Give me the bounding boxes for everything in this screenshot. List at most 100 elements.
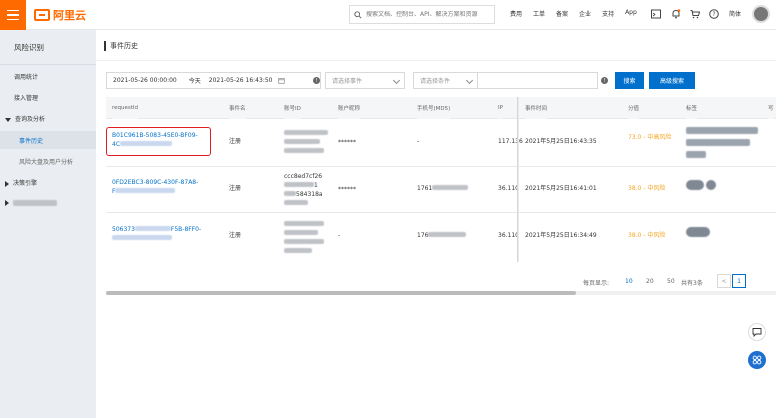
date-info-icon[interactable]: ! [313, 77, 320, 84]
row2-account-id: ccc8ed7cf26 1 584318a [284, 172, 323, 208]
bell-icon[interactable] [671, 9, 681, 19]
col-tags[interactable]: 标签 [686, 97, 698, 119]
sidebar-title: 风险识别 [14, 43, 44, 52]
page-size-20[interactable]: 20 [646, 278, 654, 285]
col-event-time[interactable]: 事件时间 [525, 97, 548, 119]
col-ip[interactable]: IP [498, 97, 503, 119]
nav-support[interactable]: 支持 [602, 9, 614, 18]
page-size-label: 每页显示: [583, 280, 610, 287]
apps-button[interactable] [748, 351, 766, 369]
start-date: 2021-05-26 00:00:00 [113, 77, 177, 84]
aliyun-logo-icon [34, 9, 50, 21]
nav-ticket[interactable]: 工单 [533, 9, 545, 18]
date-range-picker[interactable]: 2021-05-26 00:00:00 今天 2021-05-26 16:43:… [106, 72, 321, 89]
event-select[interactable]: 请选择事件 [325, 72, 405, 89]
table-scrollbar-thumb[interactable] [106, 291, 576, 295]
sidebar-item-event-history[interactable]: 事件历史 [19, 136, 43, 145]
user-avatar[interactable] [752, 5, 770, 23]
terminal-icon[interactable] [651, 9, 661, 19]
redacted-tag [686, 139, 750, 146]
redacted-tag [686, 180, 704, 190]
chevron-down-icon [392, 76, 401, 85]
redacted-label [13, 199, 57, 206]
sidebar: 风险识别 调用统计 接入管理 查询及分析 事件历史 风险大盘及用户分析 决策引擎 [0, 30, 96, 418]
redacted-value [115, 188, 176, 193]
account-id-line: 1 [314, 182, 318, 189]
svg-text:?: ? [712, 11, 715, 18]
end-date: 2021-05-26 16:43:50 [208, 77, 273, 84]
event-select-placeholder: 请选择事件 [332, 78, 363, 85]
caret-down-icon [5, 117, 11, 122]
condition-select[interactable]: 请选择条件 [413, 72, 478, 89]
sidebar-group-query[interactable]: 查询及分析 [5, 114, 45, 123]
redacted-value [432, 185, 469, 190]
row3-account-id [284, 220, 324, 256]
page-size-10[interactable]: 10 [625, 278, 633, 285]
redacted-value [134, 226, 171, 231]
today-shortcut[interactable]: 今天 [189, 76, 201, 85]
sidebar-group-redacted[interactable] [5, 199, 57, 206]
col-score[interactable]: 分值 [628, 97, 640, 119]
row1-time: 2021年5月25日16:43:35 [525, 138, 597, 145]
col-request-id[interactable]: requestId [112, 97, 139, 119]
sidebar-group-decision[interactable]: 决策引擎 [5, 178, 37, 187]
page-size-50[interactable]: 50 [667, 278, 675, 285]
global-search[interactable] [349, 5, 495, 24]
row2-phone: 1761 [417, 184, 469, 193]
condition-select-placeholder: 请选择条件 [420, 78, 451, 85]
advanced-search-button[interactable]: 高级搜索 [649, 72, 695, 89]
account-id-line: ccc8ed7cf26 [284, 173, 323, 180]
redacted-value [284, 200, 308, 205]
fixed-column-shadow [517, 97, 519, 262]
col-extra[interactable]: 写 [768, 97, 774, 119]
row-divider [106, 212, 776, 213]
search-input[interactable] [366, 11, 494, 18]
sidebar-item-risk-dashboard[interactable]: 风险大盘及用户分析 [19, 157, 73, 166]
request-id-line: 506373 [112, 226, 135, 233]
sidebar-divider [0, 64, 96, 65]
nav-icp[interactable]: 备案 [556, 9, 568, 18]
nav-app[interactable]: App [625, 9, 637, 18]
redacted-value [284, 230, 318, 235]
sidebar-item-access[interactable]: 接入管理 [14, 93, 38, 102]
col-nickname[interactable]: 账户昵称 [338, 97, 361, 119]
condition-info-icon[interactable]: ! [601, 77, 608, 84]
row2-score: 38.0 - 中风险 [628, 185, 666, 192]
row1-account-id [284, 129, 328, 156]
condition-value-input[interactable] [478, 72, 598, 89]
row3-tags [686, 227, 710, 240]
nav-billing[interactable]: 费用 [510, 9, 522, 18]
language-switch[interactable]: 简体 [729, 9, 741, 18]
page-1-button[interactable]: 1 [732, 274, 746, 288]
row3-request-id[interactable]: 506373 F5B-8FF0- [112, 225, 201, 243]
col-event-name[interactable]: 事件名 [229, 97, 246, 119]
redacted-value [428, 232, 467, 237]
row2-nickname: ****** [338, 186, 356, 193]
account-id-line: 584318a [296, 191, 323, 198]
redacted-value [284, 248, 312, 253]
row-divider [106, 166, 776, 167]
row2-tags [686, 180, 716, 193]
sidebar-group-label: 决策引擎 [13, 180, 38, 187]
cart-icon[interactable] [690, 9, 700, 19]
row3-ip: 36.110 [498, 232, 519, 239]
nav-enterprise[interactable]: 企业 [579, 9, 591, 18]
prev-page-button[interactable]: < [717, 274, 731, 288]
chat-icon [752, 328, 762, 337]
chat-button[interactable] [748, 323, 766, 341]
row3-score: 38.0 - 中风险 [628, 232, 666, 239]
sidebar-item-call-stats[interactable]: 调用统计 [14, 72, 38, 81]
grid-icon [752, 355, 762, 365]
menu-button[interactable] [0, 0, 26, 30]
row2-request-id[interactable]: 0FD2EBC3-809C-430F-87A8- F [112, 178, 198, 196]
search-button[interactable]: 搜索 [615, 72, 644, 89]
title-accent [104, 41, 106, 51]
caret-right-icon [5, 199, 9, 206]
help-icon[interactable]: ? [709, 9, 719, 19]
row2-time: 2021年5月25日16:41:01 [525, 185, 597, 192]
row1-score: 73.0 - 中高风险 [628, 134, 672, 141]
title-divider [96, 60, 776, 61]
col-phone[interactable]: 手机号(MD5) [417, 97, 451, 119]
col-account-id[interactable]: 账号ID [284, 97, 301, 119]
aliyun-logo[interactable]: 阿里云 [34, 7, 86, 23]
